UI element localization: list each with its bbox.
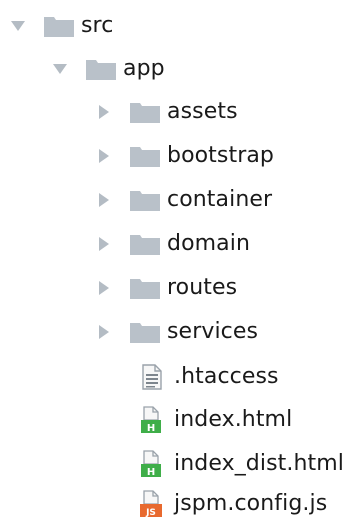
project-file-tree: src app assets bootstrap container domai…	[0, 0, 358, 525]
folder-icon	[130, 232, 160, 256]
tree-label-container: container	[167, 187, 273, 212]
tree-row-app[interactable]: app	[52, 49, 165, 89]
expand-arrow-icon[interactable]	[52, 61, 68, 77]
html-badge-label: H	[147, 467, 155, 478]
tree-label-services: services	[167, 319, 259, 344]
tree-row-index-html[interactable]: H index.html	[140, 400, 292, 440]
tree-label-domain: domain	[167, 231, 250, 256]
js-file-icon: JS	[140, 490, 164, 518]
tree-row-domain[interactable]: domain	[96, 224, 250, 264]
tree-row-bootstrap[interactable]: bootstrap	[96, 136, 274, 176]
expand-arrow-icon[interactable]	[10, 18, 26, 34]
tree-label-htaccess: .htaccess	[174, 364, 279, 389]
tree-label-routes: routes	[167, 275, 238, 300]
tree-row-assets[interactable]: assets	[96, 92, 238, 132]
tree-row-htaccess[interactable]: .htaccess	[140, 357, 279, 397]
collapsed-arrow-icon[interactable]	[96, 148, 112, 164]
folder-icon	[130, 188, 160, 212]
tree-label-index-dist-html: index_dist.html	[174, 451, 344, 476]
tree-row-services[interactable]: services	[96, 312, 258, 352]
collapsed-arrow-icon[interactable]	[96, 324, 112, 340]
tree-row-routes[interactable]: routes	[96, 268, 237, 308]
folder-icon	[130, 320, 160, 344]
html-file-icon: H	[140, 450, 164, 478]
folder-icon	[130, 144, 160, 168]
tree-row-jspm-config-js[interactable]: JS jspm.config.js	[140, 484, 327, 524]
tree-row-index-dist-html[interactable]: H index_dist.html	[140, 444, 344, 484]
tree-label-src: src	[81, 13, 114, 38]
tree-label-jspm-config-js: jspm.config.js	[174, 491, 328, 516]
folder-icon	[86, 57, 116, 81]
html-badge-label: H	[147, 423, 155, 434]
collapsed-arrow-icon[interactable]	[96, 192, 112, 208]
folder-icon	[130, 276, 160, 300]
text-file-icon	[140, 364, 164, 390]
html-file-icon: H	[140, 406, 164, 434]
js-badge-label: JS	[145, 508, 156, 518]
collapsed-arrow-icon[interactable]	[96, 236, 112, 252]
tree-label-bootstrap: bootstrap	[167, 143, 274, 168]
tree-label-app: app	[123, 56, 165, 81]
tree-label-index-html: index.html	[174, 407, 293, 432]
folder-icon	[44, 14, 74, 38]
tree-row-container[interactable]: container	[96, 180, 272, 220]
collapsed-arrow-icon[interactable]	[96, 104, 112, 120]
tree-label-assets: assets	[167, 99, 238, 124]
tree-row-src[interactable]: src	[10, 6, 113, 46]
collapsed-arrow-icon[interactable]	[96, 280, 112, 296]
folder-icon	[130, 100, 160, 124]
